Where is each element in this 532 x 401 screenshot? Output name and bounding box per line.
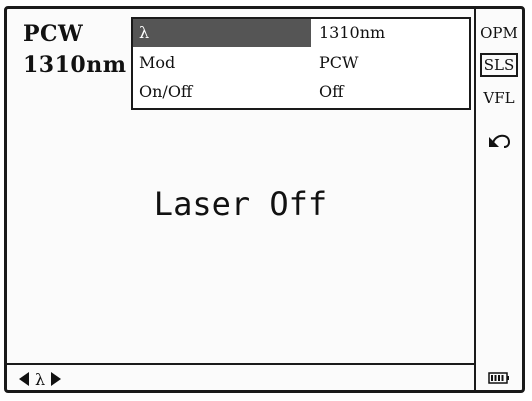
- back-arrow-icon[interactable]: [487, 131, 513, 149]
- main-panel: PCW 1310nm λ 1310nm Mod PCW On/Off Off L…: [7, 9, 474, 363]
- menu-row-value: Off: [319, 82, 344, 101]
- menu-row-value: 1310nm: [319, 23, 386, 42]
- menu-row-label: On/Off: [139, 82, 193, 101]
- menu-row-onoff[interactable]: On/Off Off: [133, 78, 469, 106]
- selection-highlight: [133, 19, 311, 47]
- arrow-right-icon[interactable]: [51, 372, 62, 386]
- wavelength-readout: 1310nm: [23, 52, 127, 78]
- menu-row-label: λ: [139, 23, 150, 42]
- function-sidebar: OPM SLS VFL: [474, 9, 522, 390]
- param-label: λ: [35, 369, 46, 389]
- mode-readout: PCW: [23, 21, 84, 47]
- menu-row-value: PCW: [319, 53, 359, 72]
- sidebar-item-opm[interactable]: OPM: [480, 21, 518, 45]
- menu-row-label: Mod: [139, 53, 176, 72]
- param-navigator: λ: [19, 369, 62, 389]
- battery-icon: [488, 372, 509, 384]
- menu-row-mod[interactable]: Mod PCW: [133, 49, 469, 77]
- sidebar-item-vfl[interactable]: VFL: [480, 86, 518, 110]
- arrow-left-icon[interactable]: [19, 372, 29, 386]
- laser-status-message: Laser Off: [153, 185, 328, 223]
- sidebar-item-sls[interactable]: SLS: [480, 53, 518, 77]
- device-screen: PCW 1310nm λ 1310nm Mod PCW On/Off Off L…: [4, 6, 525, 393]
- menu-row-wavelength[interactable]: λ 1310nm: [133, 19, 469, 47]
- settings-menu: λ 1310nm Mod PCW On/Off Off: [131, 17, 471, 110]
- status-bar: λ: [7, 363, 474, 390]
